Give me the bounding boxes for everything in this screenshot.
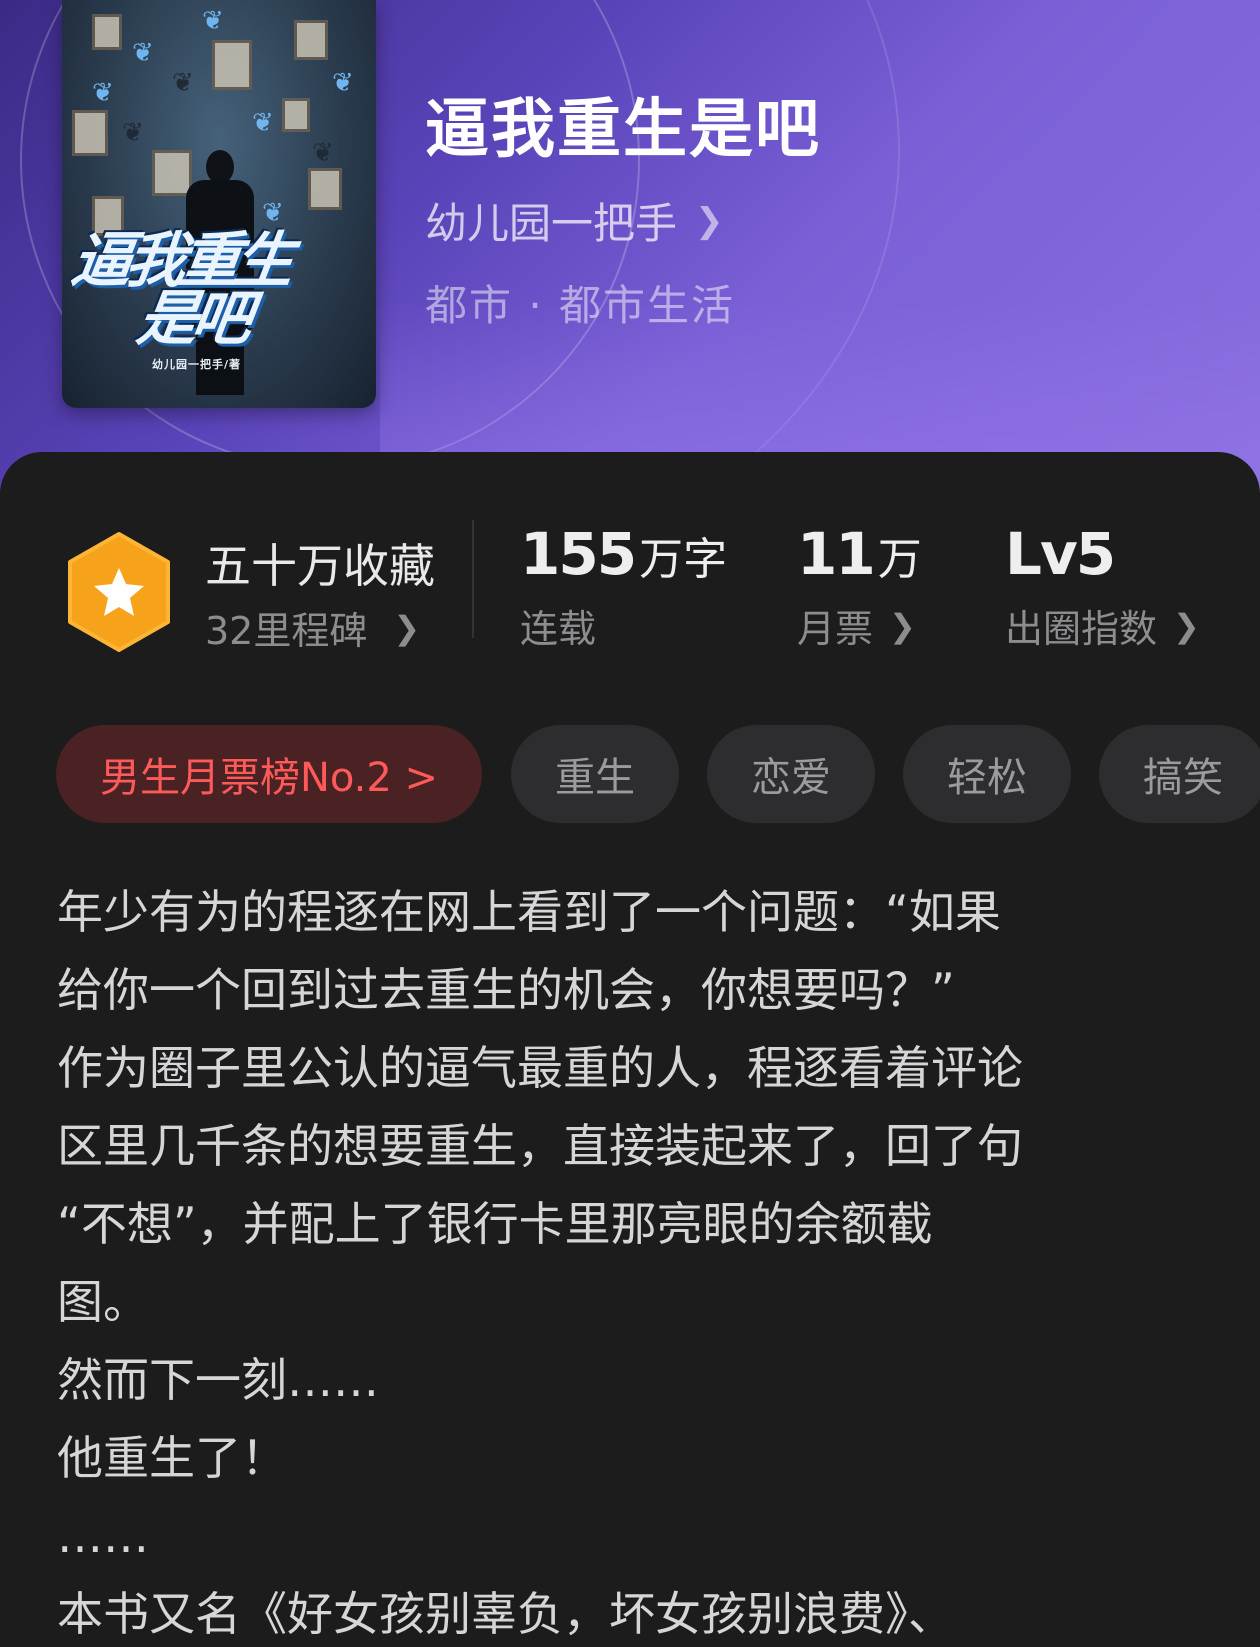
butterfly-icon: ❦: [332, 68, 354, 98]
butterfly-icon: ❦: [262, 198, 284, 228]
serial-status: 连载: [520, 607, 597, 651]
monthly-ticket-value: 11: [797, 520, 876, 588]
cover-frame: [212, 40, 252, 90]
cover-frame: [308, 168, 342, 210]
tag-chip[interactable]: 轻松: [903, 725, 1071, 823]
tag-chip[interactable]: 搞笑: [1099, 725, 1260, 823]
word-count-stat: 155 万字 连载: [520, 520, 727, 653]
word-count-value: 155: [520, 520, 637, 588]
cover-frame: [294, 20, 328, 60]
tag-row: 男生月票榜No.2 > 重生 恋爱 轻松 搞笑: [0, 725, 1260, 825]
book-header-background: ❦ ❦ ❦ ❦ ❦ ❦ ❦ ❦ ❦ 逼我重生 是吧 幼儿园一把手/著 逼我重生是…: [0, 0, 1260, 500]
author-name: 幼儿园一把手: [425, 199, 678, 248]
star-badge-icon[interactable]: [64, 530, 174, 654]
butterfly-icon: ❦: [132, 38, 154, 68]
butterfly-icon: ❦: [172, 68, 194, 98]
book-cover[interactable]: ❦ ❦ ❦ ❦ ❦ ❦ ❦ ❦ ❦ 逼我重生 是吧 幼儿园一把手/著: [62, 0, 376, 408]
influence-label: 出圈指数: [1005, 607, 1158, 651]
influence-level: Lv5: [1005, 520, 1116, 588]
butterfly-icon: ❦: [202, 6, 224, 36]
word-count-unit: 万字: [639, 534, 728, 585]
description-line: 本书又名《好女孩别辜负，坏女孩别浪费》、: [57, 1587, 954, 1641]
description-line: 他重生了！: [57, 1431, 287, 1485]
chevron-right-icon: ❯: [393, 608, 421, 647]
cover-frame: [282, 98, 310, 132]
chevron-right-icon: ❯: [695, 200, 724, 241]
description-line: ……: [57, 1509, 149, 1563]
description-line: 图。: [57, 1275, 149, 1329]
description-line: 作为圈子里公认的逼气最重的人，程逐看着评论: [57, 1041, 1023, 1095]
tag-chip[interactable]: 恋爱: [707, 725, 875, 823]
favorites-title[interactable]: 五十万收藏: [205, 530, 435, 596]
milestone-link[interactable]: 32里程碑 ❯: [205, 600, 420, 655]
cover-frame: [92, 14, 122, 50]
description-line: 给你一个回到过去重生的机会，你想要吗？”: [57, 963, 955, 1017]
divider: [472, 520, 474, 638]
description-line: 区里几千条的想要重生，直接装起来了，回了句: [57, 1119, 1023, 1173]
book-genre: 都市 · 都市生活: [425, 281, 736, 330]
monthly-ticket-stat[interactable]: 11 万 月票 ❯: [797, 520, 922, 653]
rank-tag[interactable]: 男生月票榜No.2 >: [56, 725, 482, 823]
butterfly-icon: ❦: [92, 78, 114, 108]
butterfly-icon: ❦: [312, 138, 334, 168]
butterfly-icon: ❦: [122, 118, 144, 148]
cover-frame: [72, 110, 108, 156]
chevron-right-icon: ❯: [1173, 606, 1200, 645]
description-line: 年少有为的程逐在网上看到了一个问题：“如果: [57, 885, 1001, 939]
monthly-ticket-unit: 万: [877, 534, 922, 585]
butterfly-icon: ❦: [252, 108, 274, 138]
description-line: “不想”，并配上了银行卡里那亮眼的余额截: [57, 1197, 933, 1251]
description-line: 然而下一刻……: [57, 1353, 379, 1407]
author-link[interactable]: 幼儿园一把手 ❯: [425, 190, 724, 251]
tag-chip[interactable]: 重生: [511, 725, 679, 823]
milestone-count: 32里程碑: [205, 609, 368, 653]
monthly-ticket-label: 月票: [797, 607, 874, 651]
book-description[interactable]: 年少有为的程逐在网上看到了一个问题：“如果 给你一个回到过去重生的机会，你想要吗…: [57, 873, 1222, 1647]
cover-author: 幼儿园一把手/著: [152, 358, 242, 371]
cover-title: 逼我重生 是吧: [67, 226, 293, 354]
chevron-right-icon: ❯: [889, 606, 916, 645]
book-title: 逼我重生是吧: [425, 92, 821, 167]
influence-index-stat[interactable]: Lv5 出圈指数 ❯: [1005, 520, 1200, 653]
